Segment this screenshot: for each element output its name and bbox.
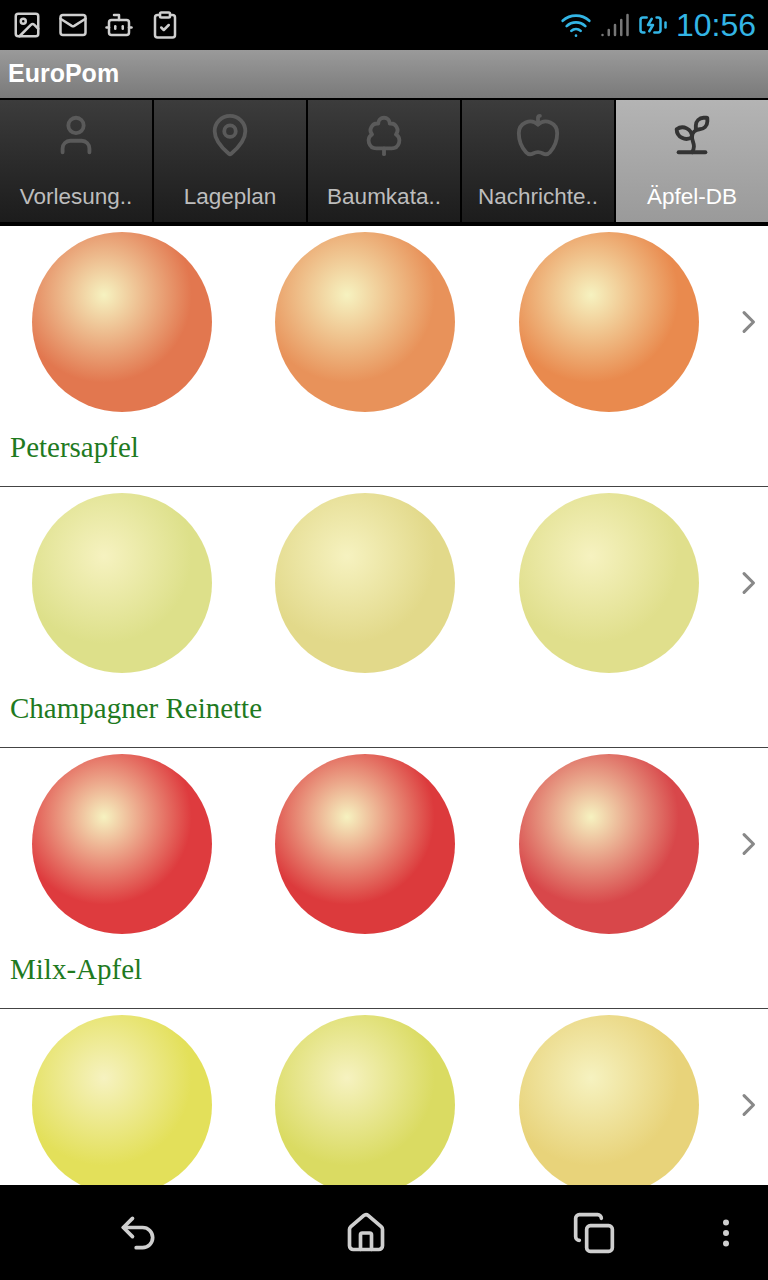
- chevron-icon: [730, 1086, 768, 1124]
- apple-photo: [0, 754, 243, 934]
- wifi-icon: [560, 9, 592, 41]
- apple-row[interactable]: Milx-Apfel: [0, 748, 768, 1009]
- tab[interactable]: Lageplan: [154, 100, 306, 222]
- back-icon[interactable]: [116, 1211, 160, 1255]
- navigation-bar: [0, 1185, 768, 1280]
- apple-photo: [243, 493, 487, 673]
- apple-photo: [243, 754, 487, 934]
- apple-row[interactable]: Petersapfel: [0, 226, 768, 487]
- apple-name: Champagner Reinette: [0, 673, 768, 731]
- mail-icon: [58, 10, 88, 40]
- tab-icon: [515, 112, 561, 158]
- chevron-icon: [730, 564, 768, 602]
- apple-name: Petersapfel: [0, 412, 768, 470]
- picture-icon: [12, 10, 42, 40]
- apple-photo: [487, 232, 731, 412]
- screen: 10:56 EuroPom Vorlesung..LageplanBaumkata.…: [0, 0, 768, 1280]
- apple-photo: [0, 1015, 243, 1185]
- status-bar: 10:56: [0, 0, 768, 50]
- tab-icon: [207, 112, 253, 158]
- tab[interactable]: Vorlesung..: [0, 100, 152, 222]
- apple-photo: [0, 493, 243, 673]
- clock: 10:56: [676, 9, 756, 41]
- tab-icon: [669, 112, 715, 158]
- apple-row[interactable]: [0, 1009, 768, 1185]
- battery-icon: [638, 10, 668, 40]
- apple-photo: [487, 1015, 731, 1185]
- apple-list: Petersapfel Champagner Reinette Milx-Apfel: [0, 226, 768, 1185]
- recents-icon[interactable]: [572, 1211, 616, 1255]
- android-icon: [104, 10, 134, 40]
- chevron-icon: [730, 303, 768, 341]
- apple-photo: [243, 232, 487, 412]
- apple-name: Milx-Apfel: [0, 934, 768, 992]
- tab[interactable]: Nachrichte..: [462, 100, 614, 222]
- tab-bar: Vorlesung..LageplanBaumkata..Nachrichte.…: [0, 98, 768, 226]
- chevron-icon: [730, 825, 768, 863]
- apple-photo: [0, 232, 243, 412]
- app-title: EuroPom: [8, 55, 119, 93]
- signal-icon: [600, 10, 630, 40]
- overflow-icon[interactable]: [708, 1215, 744, 1251]
- apple-row[interactable]: Champagner Reinette: [0, 487, 768, 748]
- tab-icon: [53, 112, 99, 158]
- tab[interactable]: Baumkata..: [308, 100, 460, 222]
- tab-icon: [361, 112, 407, 158]
- app-bar: EuroPom: [0, 50, 768, 98]
- apple-photo: [487, 754, 731, 934]
- clipboard-icon: [150, 10, 180, 40]
- home-icon[interactable]: [344, 1211, 388, 1255]
- apple-photo: [487, 493, 731, 673]
- tab[interactable]: Äpfel-DB: [616, 100, 768, 222]
- apple-photo: [243, 1015, 487, 1185]
